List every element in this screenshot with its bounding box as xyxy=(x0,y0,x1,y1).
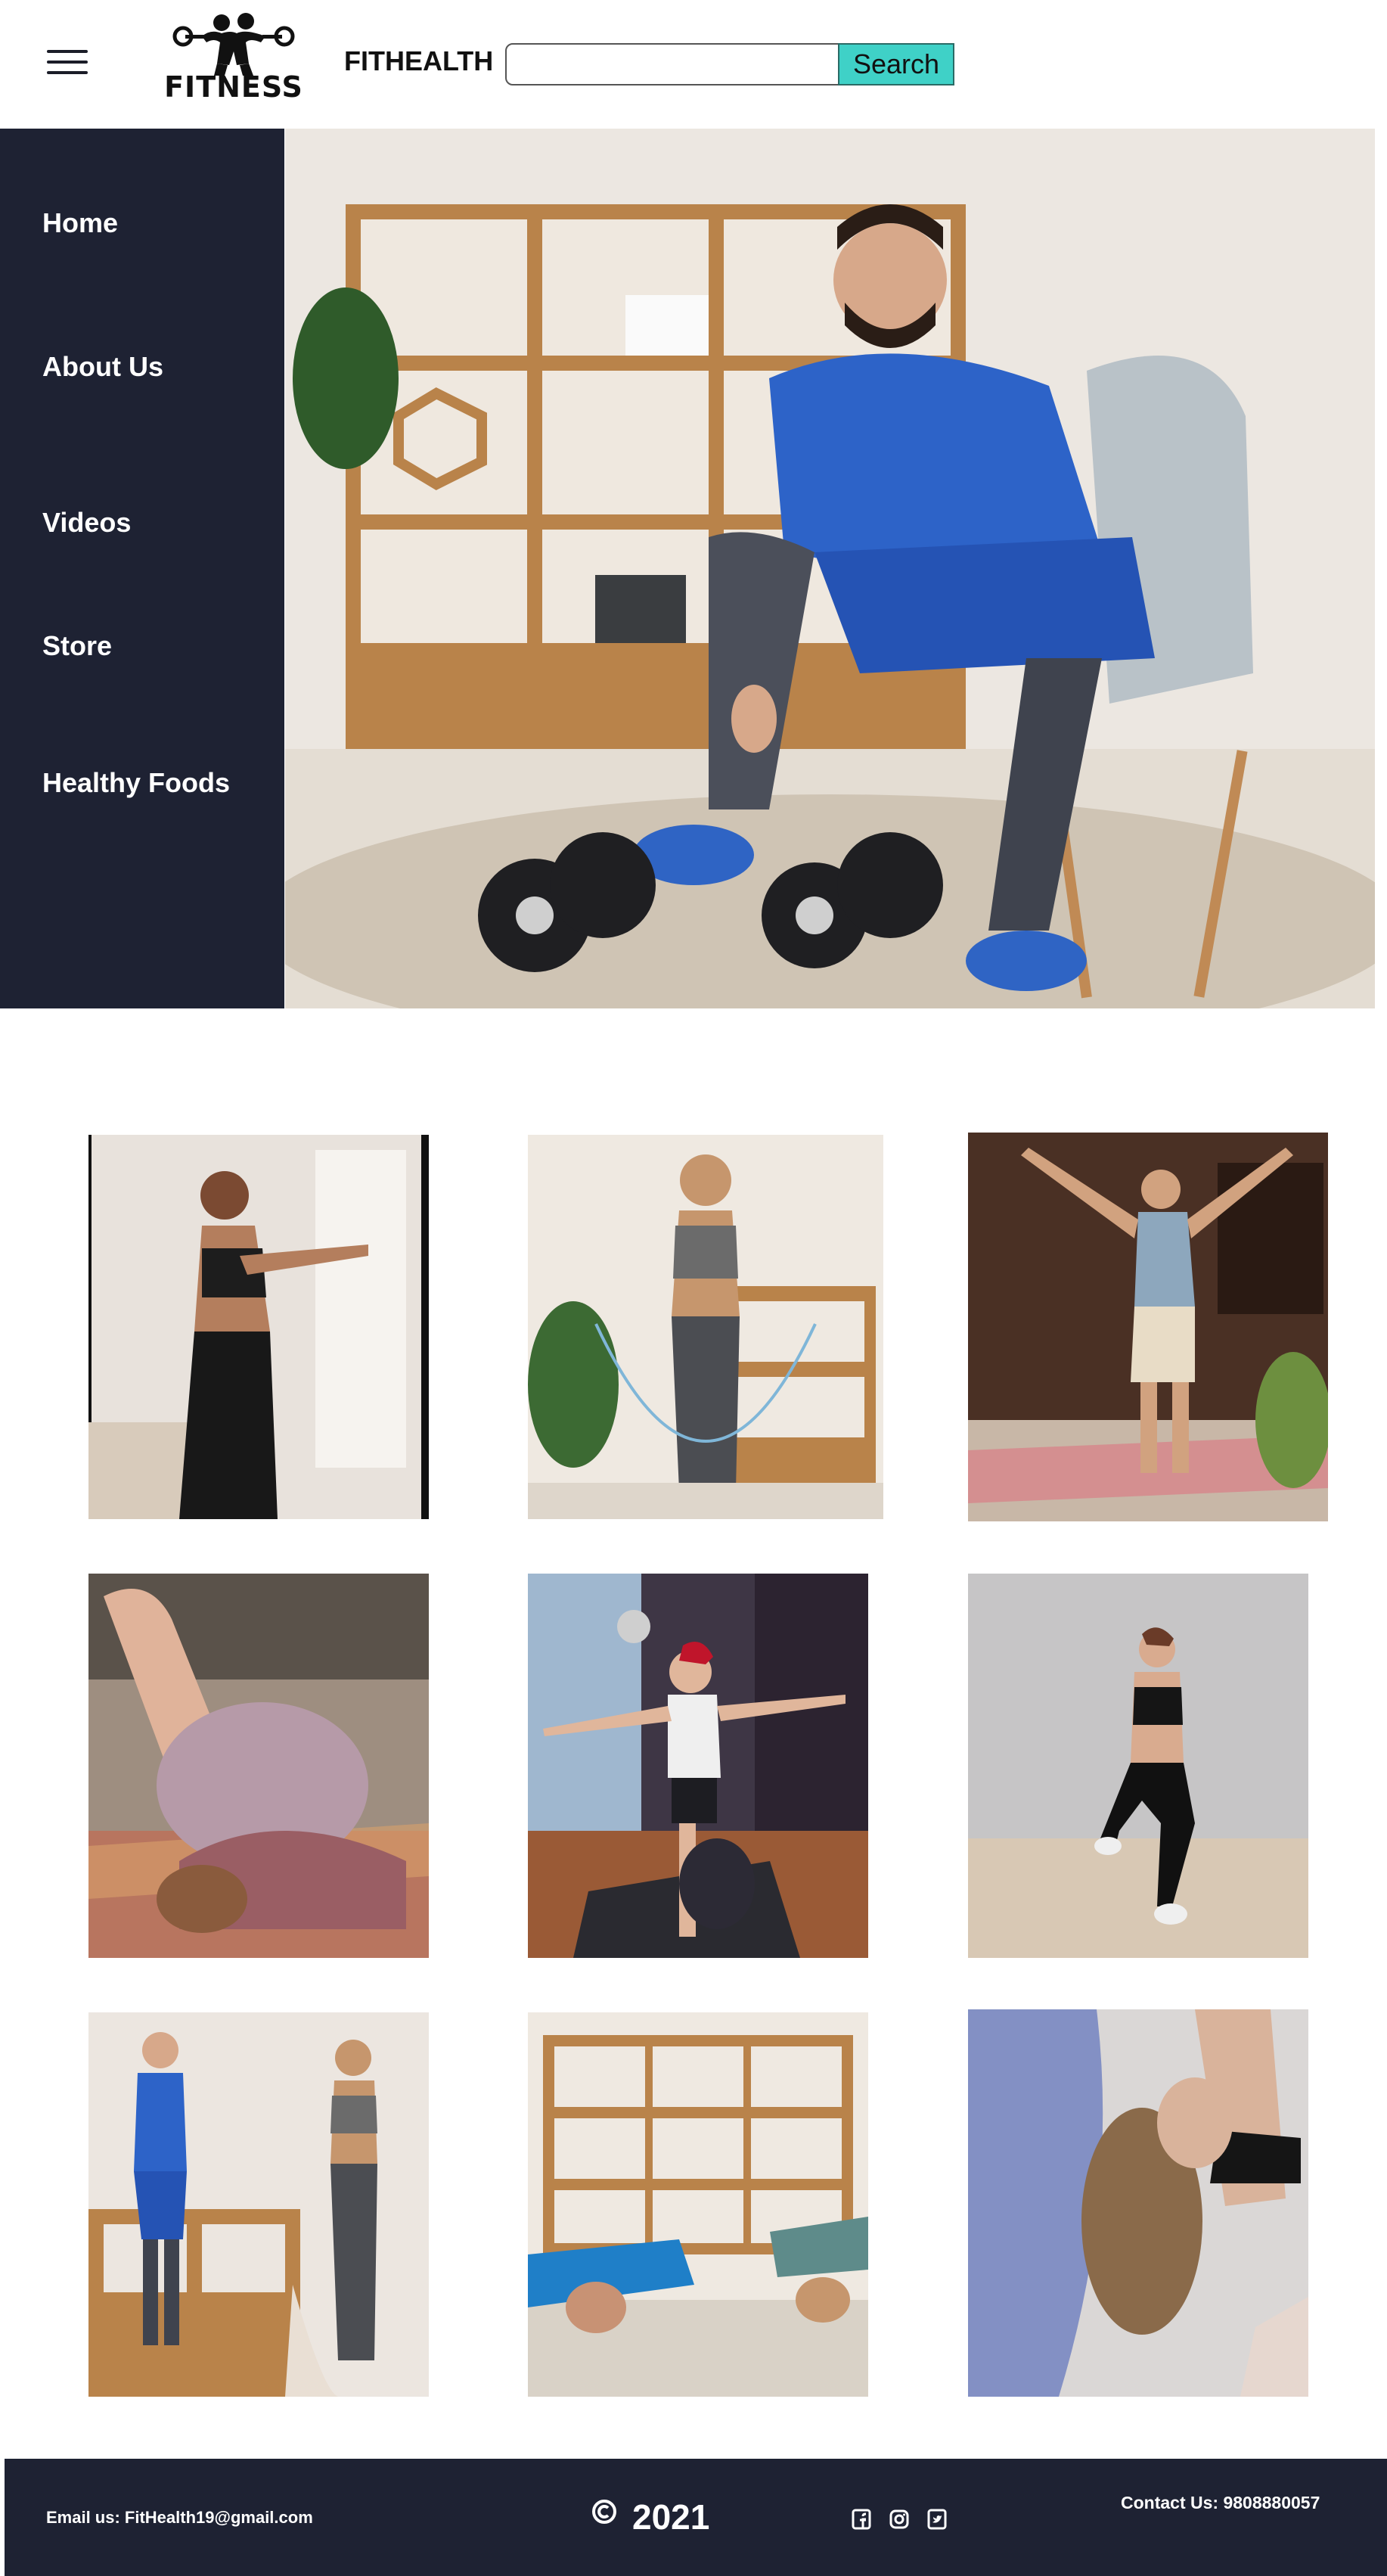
twitter-icon[interactable] xyxy=(927,2509,947,2530)
facebook-icon[interactable] xyxy=(852,2509,871,2530)
copyright-icon xyxy=(591,2498,618,2525)
instagram-icon[interactable] xyxy=(889,2509,909,2530)
site-header: FITNESS FITHEALTH Search xyxy=(0,0,1387,129)
sidebar-item-healthy-foods[interactable]: Healthy Foods xyxy=(42,767,230,799)
gallery-image-man-arms-raised[interactable] xyxy=(968,1133,1328,1521)
gallery-image-couple-pushups[interactable] xyxy=(528,2012,868,2397)
logo-text: FITNESS xyxy=(164,70,303,104)
gallery-image-woman-jump-rope[interactable] xyxy=(528,1135,883,1519)
gallery-image-woman-lunge[interactable] xyxy=(968,1574,1308,1958)
gallery-image-woman-stretching[interactable] xyxy=(88,1135,429,1519)
hamburger-menu-icon[interactable] xyxy=(47,47,88,77)
sidebar-item-store[interactable]: Store xyxy=(42,630,112,662)
footer-year: 2021 xyxy=(632,2497,710,2537)
site-footer: Email us: FitHealth19@gmail.com 2021 Con… xyxy=(5,2459,1387,2576)
gallery-image-woman-yoga-plough[interactable] xyxy=(88,1574,429,1958)
search-input[interactable] xyxy=(505,43,839,85)
sidebar-nav: Home About Us Videos Store Healthy Foods xyxy=(0,129,284,1008)
search-button[interactable]: Search xyxy=(838,43,954,85)
gallery-image-man-balance-pose[interactable] xyxy=(528,1574,868,1958)
fitness-logo[interactable]: FITNESS xyxy=(155,9,312,104)
gallery-image-couple-talking[interactable] xyxy=(88,2012,429,2397)
hero-image xyxy=(285,129,1375,1008)
sidebar-item-videos[interactable]: Videos xyxy=(42,507,131,539)
brand-title: FITHEALTH xyxy=(344,45,494,76)
footer-contact: Contact Us: 9808880057 xyxy=(1121,2493,1320,2512)
sidebar-item-home[interactable]: Home xyxy=(42,207,118,239)
gallery-image-woman-backbend[interactable] xyxy=(968,2009,1308,2397)
footer-email: Email us: FitHealth19@gmail.com xyxy=(46,2508,313,2527)
sidebar-item-about-us[interactable]: About Us xyxy=(42,351,163,383)
